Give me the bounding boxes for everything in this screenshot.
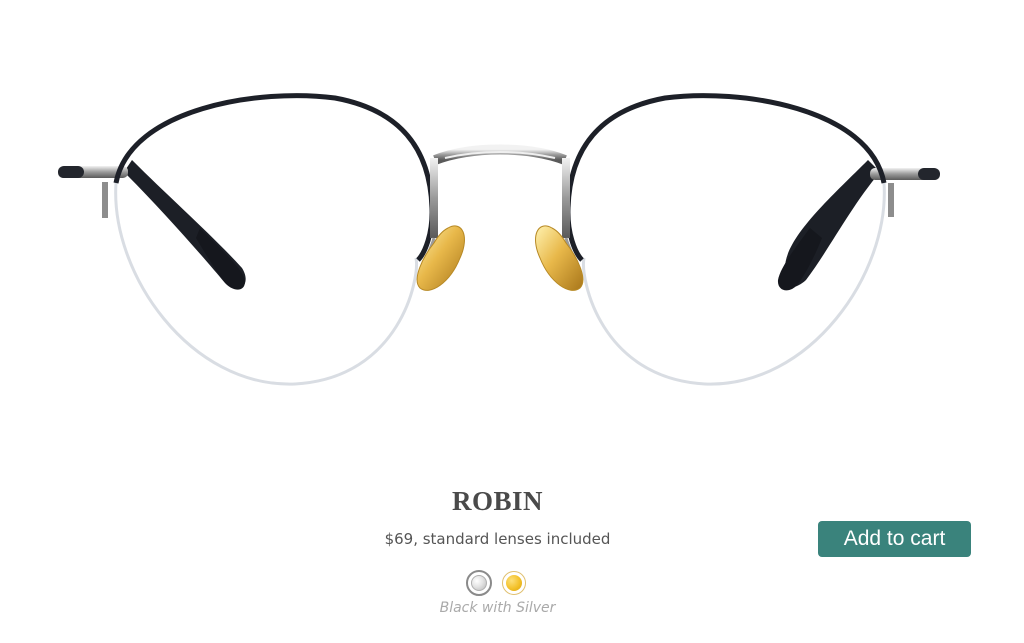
product-name: ROBIN	[451, 486, 543, 516]
silver-swatch-fill	[471, 575, 487, 591]
gold-swatch-fill	[506, 575, 522, 591]
color-swatches	[466, 570, 532, 598]
selected-color-label: Black with Silver	[439, 600, 556, 616]
gold-swatch[interactable]	[502, 571, 526, 595]
eyeglasses-image	[58, 93, 940, 386]
silver-swatch[interactable]	[466, 570, 492, 596]
add-to-cart-button[interactable]: Add to cart	[818, 521, 971, 557]
